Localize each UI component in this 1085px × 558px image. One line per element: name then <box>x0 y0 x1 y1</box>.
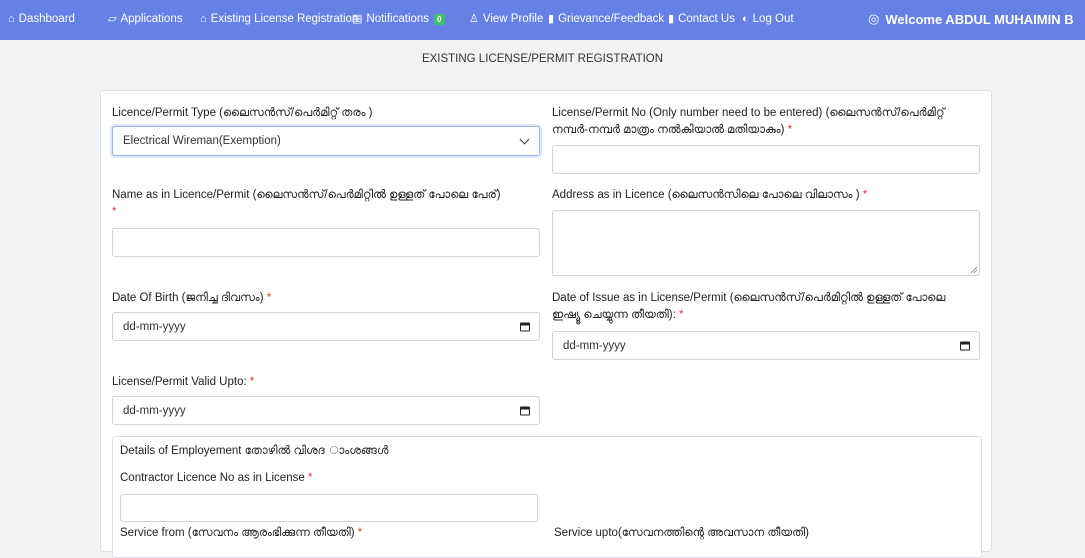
nav-dashboard[interactable]: ⌂ Dashboard <box>8 13 75 25</box>
nav-logout[interactable]: ◐ Log Out <box>742 13 794 25</box>
employment-title: Details of Employement തോഴിൽ വിശദ ാംശങ്ങ… <box>120 445 389 457</box>
top-navbar: ⌂ Dashboard ▱ Applications ⌂ Existing Li… <box>0 0 1085 40</box>
notification-icon: ▤ <box>352 12 363 25</box>
chevron-down-icon <box>519 134 530 145</box>
dob-input[interactable]: dd-mm-yyyy <box>112 312 540 341</box>
file-icon: ▮ <box>548 12 555 25</box>
service-from-label: Service from (സേവനം ആരംഭിക്കുന്ന തീയതി) … <box>120 527 363 539</box>
welcome-user[interactable]: ◎ Welcome ABDUL MUHAIMIN B <box>868 11 1074 27</box>
nav-notifications[interactable]: ▤ Notifications 0 <box>352 13 445 25</box>
licence-type-label: Licence/Permit Type (ലൈസൻസ്/പെർമിറ്റ് തര… <box>112 107 373 119</box>
home-icon: ⌂ <box>8 12 15 25</box>
notification-count-badge: 0 <box>434 13 445 25</box>
nav-applications[interactable]: ▱ Applications <box>108 13 182 25</box>
name-label: Name as in Licence/Permit (ലൈസൻസ്/പെർമിറ… <box>112 189 501 218</box>
calendar-icon[interactable] <box>960 341 970 350</box>
document-icon: ▱ <box>108 12 117 25</box>
contractor-licence-input[interactable] <box>120 494 538 522</box>
licence-no-label: License/Permit No (Only number need to b… <box>552 107 945 136</box>
valid-upto-label: License/Permit Valid Upto: * <box>112 376 255 388</box>
contractor-licence-label: Contractor Licence No as in License * <box>120 472 313 484</box>
address-textarea[interactable] <box>552 210 980 276</box>
valid-upto-input[interactable]: dd-mm-yyyy <box>112 396 540 425</box>
home-icon: ⌂ <box>200 12 207 25</box>
user-icon: ♙ <box>469 12 479 25</box>
issue-date-input[interactable]: dd-mm-yyyy <box>552 331 980 360</box>
user-circle-icon: ◎ <box>868 11 880 26</box>
file-icon: ▮ <box>668 12 675 25</box>
licence-type-select[interactable]: Electrical Wireman(Exemption) <box>112 126 540 156</box>
logout-icon: ◐ <box>742 12 749 25</box>
name-input[interactable] <box>112 228 540 257</box>
page-title: EXISTING LICENSE/PERMIT REGISTRATION <box>421 53 664 65</box>
dob-label: Date Of Birth (ജനിച്ച ദിവസം) * <box>112 292 272 304</box>
licence-no-input[interactable] <box>552 145 980 174</box>
nav-grievance[interactable]: ▮ Grievance/Feedback <box>548 13 664 25</box>
nav-view-profile[interactable]: ♙ View Profile <box>469 13 543 25</box>
calendar-icon[interactable] <box>520 406 530 415</box>
address-label: Address as in Licence (ലൈസൻസിലെ പോലെ വില… <box>552 189 868 201</box>
nav-existing-license[interactable]: ⌂ Existing License Registration <box>200 13 358 25</box>
calendar-icon[interactable] <box>520 322 530 331</box>
resize-handle-icon[interactable] <box>971 267 977 273</box>
nav-contact-us[interactable]: ▮ Contact Us <box>668 13 735 25</box>
issue-date-label: Date of Issue as in License/Permit (ലൈസൻ… <box>552 292 946 321</box>
service-upto-label: Service upto(സേവനത്തിന്റെ അവസാന തീയതി) <box>554 527 809 539</box>
